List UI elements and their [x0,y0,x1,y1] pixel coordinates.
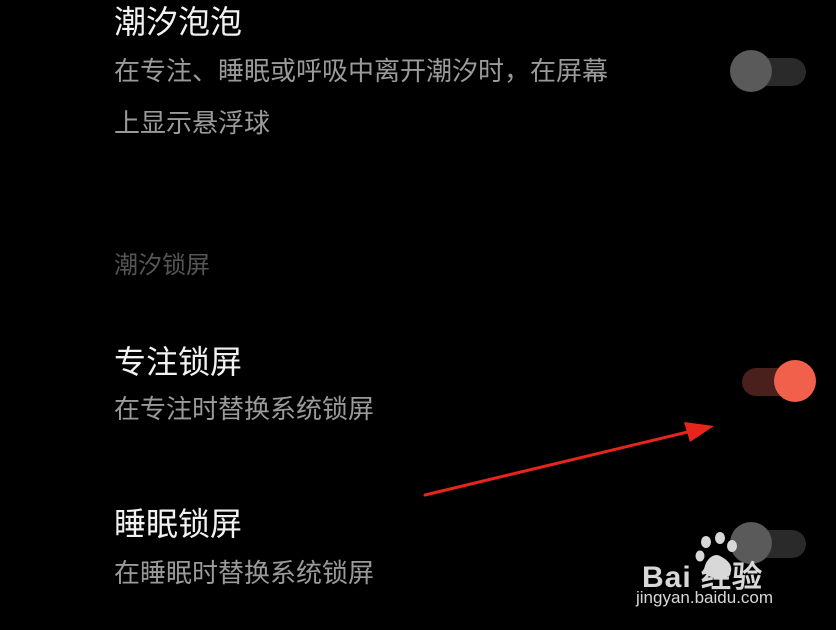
toggle-thumb [774,360,816,402]
section-header-tide-lockscreen: 潮汐锁屏 [114,251,210,279]
focus-lockscreen-title: 专注锁屏 [114,343,243,381]
focus-lockscreen-toggle[interactable] [738,360,816,402]
tide-bubble-description-line2: 上显示悬浮球 [114,109,271,139]
toggle-thumb [730,50,772,92]
tide-bubble-toggle[interactable] [730,50,806,92]
sleep-lockscreen-description: 在睡眠时替换系统锁屏 [114,559,375,589]
tide-bubble-title: 潮汐泡泡 [114,3,243,41]
sleep-lockscreen-title: 睡眠锁屏 [114,505,243,543]
toggle-thumb [730,522,772,564]
sleep-lockscreen-toggle[interactable] [730,522,806,564]
focus-lockscreen-description: 在专注时替换系统锁屏 [114,395,375,425]
tide-bubble-description-line1: 在专注、睡眠或呼吸中离开潮汐时，在屏幕 [114,57,609,87]
